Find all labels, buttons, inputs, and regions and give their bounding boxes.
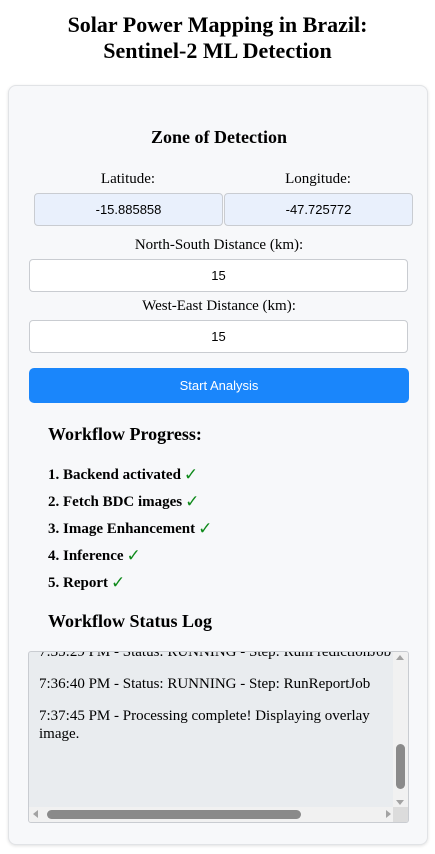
we-distance-label: West-East Distance (km): [142,298,296,314]
log-entry: 7:35:29 PM - Status: RUNNING - Step: Run… [39,651,392,660]
zone-title: Zone of Detection [151,127,287,147]
page-title-line-1: Solar Power Mapping in Brazil: [67,12,368,37]
check-icon: ✓ [183,465,199,485]
status-log-title: Workflow Status Log [48,611,213,631]
latitude-input[interactable] [34,193,223,226]
longitude-input[interactable] [224,193,413,226]
vertical-scrollbar[interactable] [393,652,408,808]
page-title: Solar Power Mapping in Brazil: Sentinel-… [0,12,435,64]
workflow-step-label: 1. Backend activated [48,467,181,483]
latitude-label: Latitude: [100,171,156,187]
workflow-step: 5. Report ✓ [48,573,125,593]
scrollbar-corner [393,807,408,822]
workflow-step: 2. Fetch BDC images ✓ [48,492,199,512]
longitude-label: Longitude: [285,171,351,187]
horizontal-scrollbar[interactable] [29,807,395,822]
workflow-step: 3. Image Enhancement ✓ [48,519,212,539]
workflow-step: 1. Backend activated ✓ [48,465,198,485]
workflow-step-label: 5. Report [48,575,108,591]
check-icon: ✓ [198,519,213,539]
detection-panel: Zone of Detection Latitude: Longitude: N… [8,85,428,845]
scroll-right-icon[interactable] [386,810,391,818]
check-icon: ✓ [111,573,126,593]
log-entry: 7:36:40 PM - Status: RUNNING - Step: Run… [39,676,371,692]
ns-distance-input[interactable] [29,259,408,292]
ns-distance-label: North-South Distance (km): [134,237,304,253]
check-icon: ✓ [185,492,200,512]
start-analysis-button[interactable]: Start Analysis [29,368,409,403]
workflow-step: 4. Inference ✓ [48,546,141,566]
scroll-down-icon[interactable] [396,800,404,805]
page-title-line-2: Sentinel-2 ML Detection [103,38,332,63]
status-log-content: 7:35:29 PM - Status: RUNNING - Step: Run… [39,651,394,757]
vertical-scroll-thumb[interactable] [396,744,405,789]
workflow-step-label: 2. Fetch BDC images [48,494,183,510]
we-distance-input[interactable] [29,320,408,353]
log-entry: 7:37:45 PM - Processing complete! Displa… [39,708,370,742]
scroll-up-icon[interactable] [396,655,404,660]
horizontal-scroll-thumb[interactable] [47,810,301,819]
workflow-step-label: 4. Inference [48,548,124,564]
scroll-left-icon[interactable] [33,810,38,818]
status-log[interactable]: 7:35:29 PM - Status: RUNNING - Step: Run… [28,651,409,823]
workflow-step-label: 3. Image Enhancement [48,521,196,537]
workflow-progress-title: Workflow Progress: [48,424,202,444]
check-icon: ✓ [126,546,141,566]
